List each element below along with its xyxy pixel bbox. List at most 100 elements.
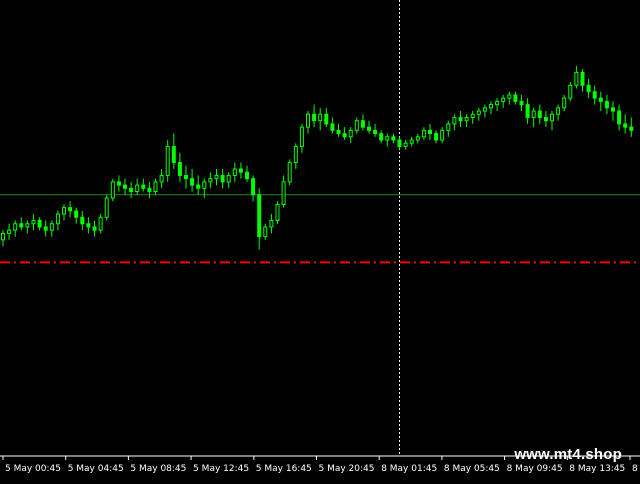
candle: [159, 169, 164, 189]
candle-body: [519, 100, 524, 106]
candle-body: [312, 113, 317, 122]
candle: [68, 201, 73, 218]
candle: [135, 178, 140, 195]
candle: [489, 101, 493, 115]
candle: [367, 120, 371, 134]
candle-body: [37, 220, 42, 228]
candle-body: [543, 116, 548, 122]
candle: [257, 188, 262, 250]
candle: [434, 130, 439, 144]
candle-body: [74, 210, 79, 218]
candle: [440, 127, 445, 144]
candle: [391, 133, 396, 144]
candle-body: [531, 110, 536, 118]
candle-body: [62, 207, 66, 215]
candle-body: [68, 207, 73, 212]
candle: [580, 69, 585, 92]
candle-body: [7, 229, 12, 234]
candle: [98, 214, 103, 234]
candle-body: [495, 100, 500, 106]
candle: [531, 107, 536, 128]
candle-body: [177, 162, 182, 176]
candle: [293, 143, 298, 169]
candle-body: [391, 136, 396, 141]
candle: [37, 217, 42, 231]
candle-body: [617, 110, 622, 125]
x-tick-label: 5 May 20:45: [319, 464, 375, 474]
candle-body: [123, 184, 127, 189]
candle-body: [190, 178, 195, 186]
candle-body: [403, 142, 408, 147]
candle-body: [562, 97, 567, 109]
candle-body: [452, 116, 457, 125]
candle: [464, 114, 469, 128]
candle: [446, 120, 451, 137]
candle: [324, 107, 329, 128]
candle-body: [397, 139, 402, 147]
candle: [318, 107, 323, 131]
candle: [470, 111, 475, 124]
candle-body: [574, 71, 579, 86]
candle-body: [43, 226, 48, 231]
candle: [62, 204, 66, 221]
candle-body: [245, 171, 249, 180]
candle-body: [385, 136, 390, 141]
candle: [19, 217, 24, 231]
candle-body: [513, 94, 518, 102]
candle-body: [293, 145, 298, 164]
candle: [263, 223, 268, 240]
candle-body: [373, 129, 378, 135]
candle-body: [336, 129, 341, 135]
candle-body: [129, 187, 134, 193]
candle-body: [604, 100, 609, 109]
candle: [196, 175, 201, 195]
candle-body: [287, 162, 292, 183]
x-tick-label: 5 May 00:45: [5, 464, 61, 474]
candle-body: [598, 97, 603, 102]
candle-body: [165, 145, 170, 176]
candle: [415, 133, 420, 144]
candle-body: [367, 126, 371, 131]
candle: [104, 194, 109, 221]
candle: [171, 133, 176, 169]
candle-body: [19, 223, 24, 228]
candle-body: [299, 126, 304, 147]
candle: [452, 114, 457, 131]
candle-body: [55, 213, 60, 225]
candle-body: [354, 120, 359, 131]
candle-body: [348, 129, 353, 138]
candle-body: [238, 168, 243, 173]
candle-body: [623, 123, 628, 128]
candle: [336, 123, 341, 137]
candle: [592, 85, 597, 105]
candle-body: [464, 116, 469, 122]
chart-canvas[interactable]: 5 May 00:45 5 May 04:45 5 May 08:45 5 May 1…: [0, 0, 640, 480]
candle-body: [586, 84, 591, 93]
candle-body: [525, 104, 530, 118]
watermark-text: www.mt4.shop: [514, 446, 622, 463]
candle-body: [379, 133, 384, 141]
candle-body: [342, 133, 347, 138]
candle: [220, 169, 225, 189]
candle: [86, 217, 91, 234]
candle: [116, 175, 121, 192]
candle: [507, 91, 512, 105]
candle: [586, 78, 591, 99]
candle: [495, 98, 500, 112]
candle-body: [324, 113, 329, 125]
candle: [184, 165, 188, 189]
candle-body: [550, 113, 554, 122]
candle-body: [592, 91, 597, 99]
candle-body: [135, 184, 140, 193]
candle-body: [482, 107, 487, 112]
candle-body: [269, 220, 274, 228]
candle: [482, 104, 487, 118]
candle-body: [537, 110, 542, 118]
candle-body: [226, 174, 231, 183]
candle: [623, 114, 628, 134]
candle: [153, 178, 158, 195]
x-tick-label: 5 May 04:45: [68, 464, 124, 474]
candle: [13, 220, 18, 237]
candle: [7, 223, 12, 240]
price-chart[interactable]: 5 May 00:45 5 May 04:45 5 May 08:45 5 May 1…: [0, 0, 640, 480]
